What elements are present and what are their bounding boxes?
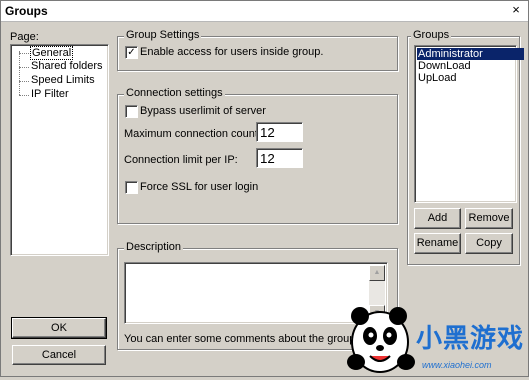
tree-connector xyxy=(19,95,29,96)
groups-list[interactable]: Administrator DownLoad UpLoad xyxy=(414,45,524,203)
watermark-logo: 小黑游戏 www.xiaohei.com xyxy=(340,300,529,377)
add-group-button[interactable]: Add xyxy=(414,208,461,229)
group-item-download[interactable]: DownLoad xyxy=(417,60,524,72)
page-tree[interactable]: General Shared folders Speed Limits IP F… xyxy=(10,44,109,256)
force-ssl-checkbox[interactable] xyxy=(125,181,138,194)
max-connection-label: Maximum connection count: xyxy=(124,128,261,140)
ok-button[interactable]: OK xyxy=(11,317,107,339)
connection-settings-legend: Connection settings xyxy=(124,87,225,99)
tree-connector xyxy=(19,51,20,95)
page-item-ip-filter[interactable]: IP Filter xyxy=(31,88,69,100)
title-bar: Groups × xyxy=(1,1,528,22)
tree-connector xyxy=(19,53,29,54)
max-connection-input[interactable] xyxy=(256,122,303,142)
page-item-speed-limits[interactable]: Speed Limits xyxy=(31,74,95,86)
connection-settings-box: Connection settings Bypass userlimit of … xyxy=(117,87,398,224)
close-icon[interactable]: × xyxy=(508,3,524,17)
force-ssl-label: Force SSL for user login xyxy=(140,181,259,193)
groups-legend: Groups xyxy=(411,29,452,41)
limit-per-ip-label: Connection limit per IP: xyxy=(124,154,238,166)
page-label: Page: xyxy=(10,31,39,43)
remove-group-button[interactable]: Remove xyxy=(465,208,513,229)
rename-group-button[interactable]: Rename xyxy=(414,233,461,254)
group-settings-box: Group Settings ✓ Enable access for users… xyxy=(117,29,398,71)
cancel-button[interactable]: Cancel xyxy=(12,345,106,365)
enable-access-label: Enable access for users inside group. xyxy=(140,46,324,58)
page-item-shared-folders[interactable]: Shared folders xyxy=(31,60,103,72)
window-title: Groups xyxy=(5,4,48,18)
page-item-general[interactable]: General xyxy=(30,46,74,60)
tree-connector xyxy=(19,81,29,82)
group-item-administrator[interactable]: Administrator xyxy=(417,48,524,60)
bypass-userlimit-label: Bypass userlimit of server xyxy=(140,105,266,117)
tree-connector xyxy=(19,67,29,68)
group-item-upload[interactable]: UpLoad xyxy=(417,72,524,84)
bypass-userlimit-checkbox[interactable] xyxy=(125,105,138,118)
enable-access-checkbox[interactable]: ✓ xyxy=(125,46,138,59)
scroll-up-icon[interactable]: ▲ xyxy=(369,265,385,281)
watermark-title: 小黑游戏 xyxy=(416,324,525,354)
watermark-url: www.xiaohei.com xyxy=(422,360,492,370)
limit-per-ip-input[interactable] xyxy=(256,148,303,168)
groups-box: Groups Administrator DownLoad UpLoad Add… xyxy=(407,29,524,265)
description-legend: Description xyxy=(124,241,184,253)
group-settings-legend: Group Settings xyxy=(124,29,202,41)
copy-group-button[interactable]: Copy xyxy=(465,233,513,254)
description-hint: You can enter some comments about the gr… xyxy=(124,333,356,345)
